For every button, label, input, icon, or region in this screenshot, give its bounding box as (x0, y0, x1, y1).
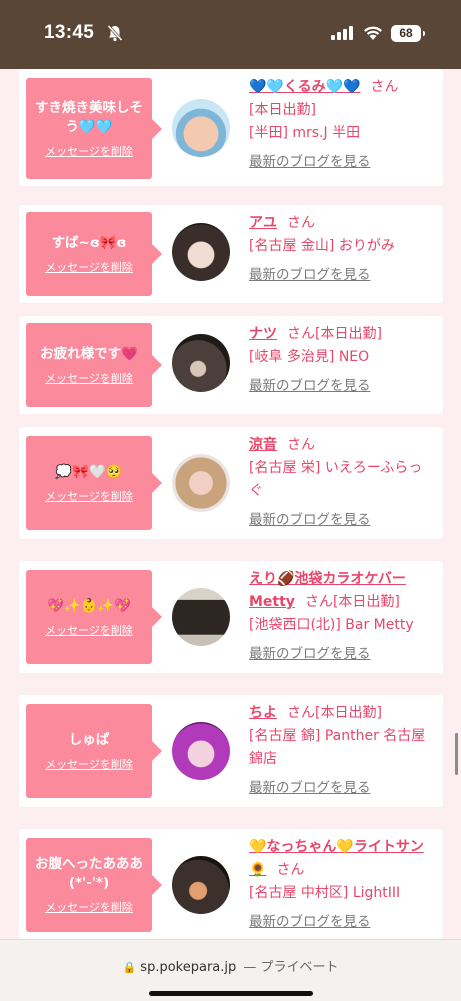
delete-message-link[interactable]: メッセージを削除 (45, 259, 133, 275)
signal-icon (331, 26, 353, 40)
message-bubble: しゅぱ メッセージを削除 (26, 704, 162, 798)
latest-blog-link[interactable]: 最新のブログを見る (249, 777, 435, 800)
latest-blog-link[interactable]: 最新のブログを見る (249, 911, 435, 934)
scrollbar[interactable] (455, 733, 458, 775)
delete-message-link[interactable]: メッセージを削除 (45, 370, 133, 386)
shop-status: [本日出勤] (249, 102, 316, 118)
message-bubble: お腹へったあああ(*'-'*) メッセージを削除 (26, 838, 162, 932)
clock: 13:45 (44, 22, 95, 43)
address-bar[interactable]: 🔒 sp.pokepara.jp — プライベート (0, 956, 461, 975)
message-text: 💖✨👶✨💖 (46, 597, 132, 614)
message-text: すば~ɞ🎀ɞ (51, 234, 127, 251)
honorific: さん (276, 862, 305, 878)
message-text: すき焼き美味しそう🩵🩵 (35, 99, 143, 135)
private-label: — プライベート (243, 960, 339, 975)
home-indicator[interactable] (149, 991, 313, 996)
message-card: すば~ɞ🎀ɞ メッセージを削除 アユ さん [名古屋 金山] おりがみ 最新のブロ… (19, 205, 443, 303)
honorific: さん (370, 79, 399, 95)
delete-message-link[interactable]: メッセージを削除 (45, 143, 133, 159)
avatar[interactable] (172, 722, 230, 780)
shop-name: [名古屋 金山] おりがみ (249, 238, 395, 254)
avatar[interactable] (172, 99, 230, 157)
message-card: 💖✨👶✨💖 メッセージを削除 えり🏈池袋カラオケバーMetty さん[本日出勤] … (19, 561, 443, 673)
girl-name-link[interactable]: ちよ (249, 705, 277, 721)
delete-message-link[interactable]: メッセージを削除 (45, 756, 133, 772)
honorific: さん (287, 437, 315, 453)
lock-icon: 🔒 (122, 961, 137, 974)
message-card: すき焼き美味しそう🩵🩵 メッセージを削除 💙🩵くるみ🩵💙 さん [本日出勤] [半… (19, 69, 443, 186)
message-bubble: すき焼き美味しそう🩵🩵 メッセージを削除 (26, 78, 162, 179)
avatar[interactable] (172, 588, 230, 646)
honorific: さん (287, 215, 315, 231)
latest-blog-link[interactable]: 最新のブログを見る (249, 509, 435, 532)
message-card: お疲れ様です💗 メッセージを削除 ナツ さん[本日出勤] [岐阜 多治見] NEO… (19, 316, 443, 414)
shop-name: [岐阜 多治見] NEO (249, 349, 370, 365)
wifi-icon (364, 26, 382, 40)
battery-indicator: 68 (391, 25, 425, 42)
latest-blog-link[interactable]: 最新のブログを見る (249, 643, 435, 666)
girl-name-link[interactable]: アユ (249, 215, 277, 231)
message-bubble: お疲れ様です💗 メッセージを削除 (26, 323, 162, 407)
girl-name-link[interactable]: ナツ (249, 326, 277, 342)
honorific: さん (287, 705, 315, 721)
avatar[interactable] (172, 334, 230, 392)
honorific: さん (304, 594, 333, 610)
message-text: 💭🎀🤍🥺 (55, 463, 123, 480)
message-bubble: すば~ɞ🎀ɞ メッセージを削除 (26, 212, 162, 296)
message-text: しゅぱ (68, 731, 110, 748)
url-text: sp.pokepara.jp (140, 960, 237, 975)
latest-blog-link[interactable]: 最新のブログを見る (249, 375, 435, 398)
latest-blog-link[interactable]: 最新のブログを見る (249, 151, 435, 174)
girl-name-link[interactable]: 涼音 (249, 437, 277, 453)
message-bubble: 💭🎀🤍🥺 メッセージを削除 (26, 436, 162, 530)
shop-name: [名古屋 錦] Panther 名古屋錦店 (249, 728, 426, 767)
message-card: お腹へったあああ(*'-'*) メッセージを削除 💛なっちゃん💛ライトサン🌻 さん… (19, 829, 443, 939)
bell-muted-icon (107, 24, 123, 42)
avatar[interactable] (172, 223, 230, 281)
message-card: しゅぱ メッセージを削除 ちよ さん[本日出勤] [名古屋 錦] Panther … (19, 695, 443, 807)
shop-name: [名古屋 中村区] LightIII (249, 885, 401, 901)
message-bubble: 💖✨👶✨💖 メッセージを削除 (26, 570, 162, 664)
browser-bottom-bar: 🔒 sp.pokepara.jp — プライベート (0, 939, 461, 1001)
girl-name-link[interactable]: 💙🩵くるみ🩵💙 (249, 79, 360, 95)
latest-blog-link[interactable]: 最新のブログを見る (249, 264, 435, 287)
working-today-badge: [本日出勤] (315, 705, 382, 721)
shop-name: [半田] mrs.J 半田 (249, 125, 361, 141)
shop-name: [池袋西口(北)] Bar Metty (249, 617, 414, 633)
avatar[interactable] (172, 454, 230, 512)
message-card: 💭🎀🤍🥺 メッセージを削除 涼音 さん [名古屋 栄] いえろーふらっぐ 最新のブ… (19, 427, 443, 539)
status-bar: 13:45 68 (0, 0, 461, 69)
working-today-badge: [本日出勤] (315, 326, 382, 342)
delete-message-link[interactable]: メッセージを削除 (45, 899, 133, 915)
shop-name: [名古屋 栄] いえろーふらっぐ (249, 460, 423, 499)
message-text: お疲れ様です💗 (40, 345, 138, 362)
message-text: お腹へったあああ(*'-'*) (35, 856, 143, 891)
honorific: さん (287, 326, 315, 342)
message-list: すき焼き美味しそう🩵🩵 メッセージを削除 💙🩵くるみ🩵💙 さん [本日出勤] [半… (0, 69, 461, 939)
delete-message-link[interactable]: メッセージを削除 (45, 488, 133, 504)
delete-message-link[interactable]: メッセージを削除 (45, 622, 133, 638)
avatar[interactable] (172, 856, 230, 914)
working-today-badge: [本日出勤] (332, 594, 400, 610)
